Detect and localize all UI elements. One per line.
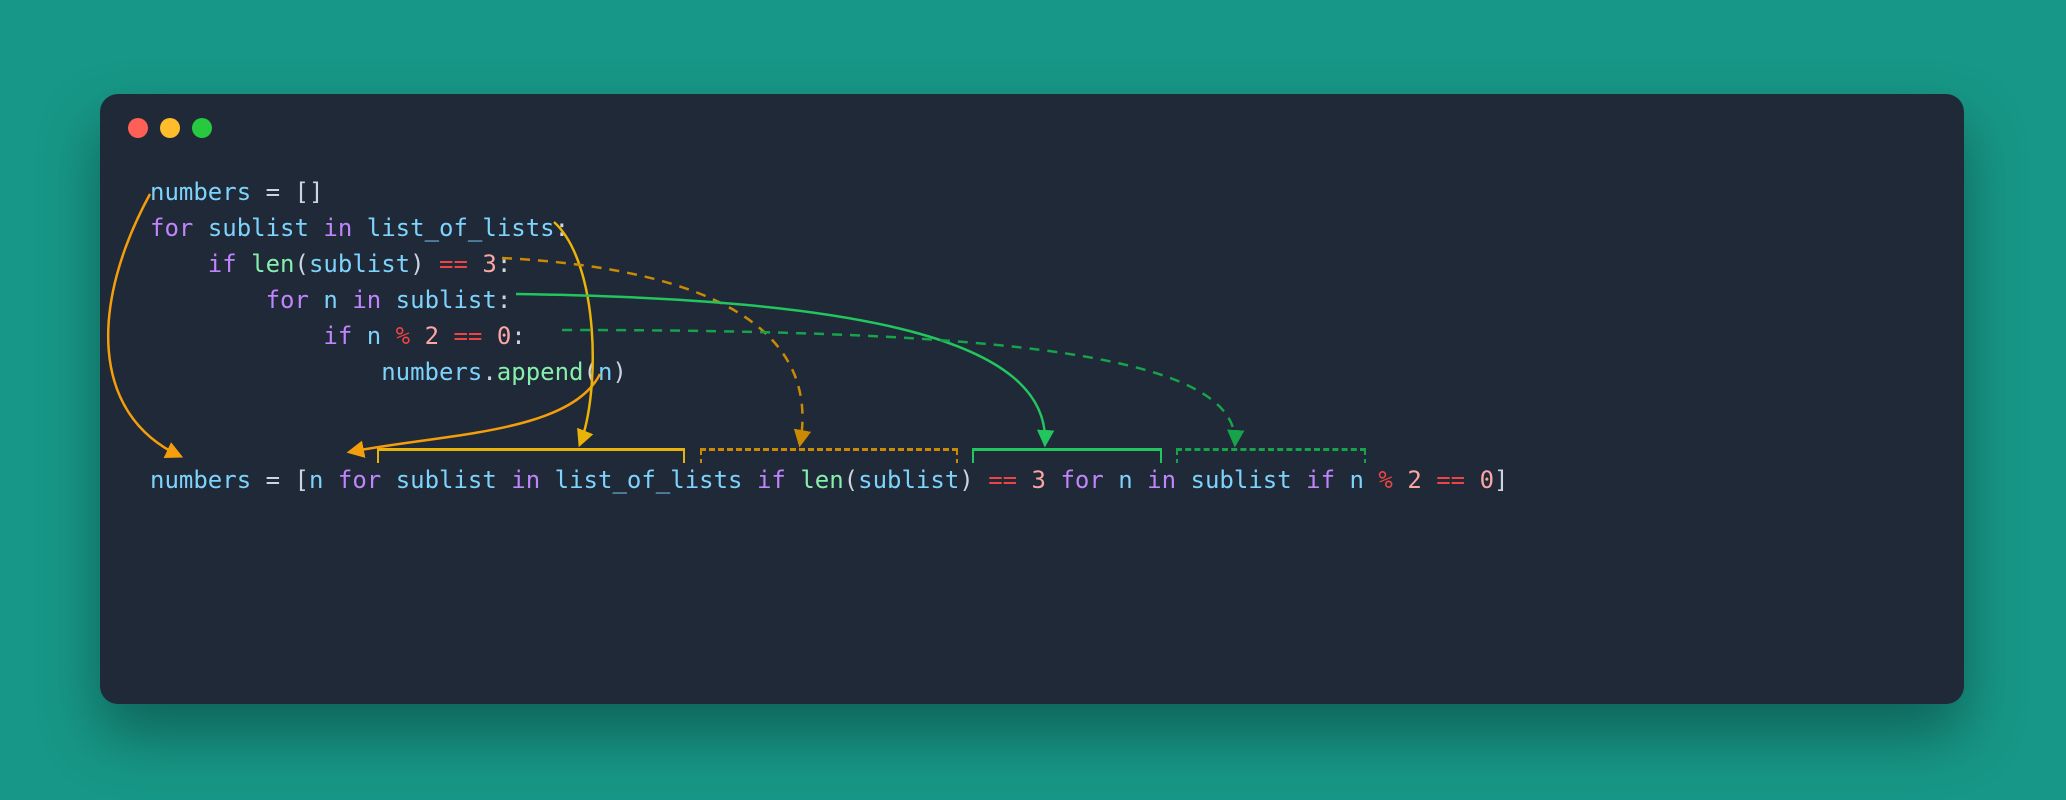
window-traffic-lights	[128, 118, 212, 138]
tok-numbers: numbers	[150, 178, 251, 206]
bracket-for-sublist-icon	[377, 448, 685, 451]
traffic-light-red-icon	[128, 118, 148, 138]
traffic-light-green-icon	[192, 118, 212, 138]
bracket-for-n-icon	[972, 448, 1162, 451]
bracket-if-len-icon	[700, 448, 958, 451]
loop-code: numbers = [] for sublist in list_of_list…	[150, 178, 627, 386]
comprehension-code: numbers = [n for sublist in list_of_list…	[150, 466, 1508, 494]
code-window: numbers = [] for sublist in list_of_list…	[100, 94, 1964, 704]
bracket-if-mod-icon	[1176, 448, 1366, 451]
traffic-light-yellow-icon	[160, 118, 180, 138]
